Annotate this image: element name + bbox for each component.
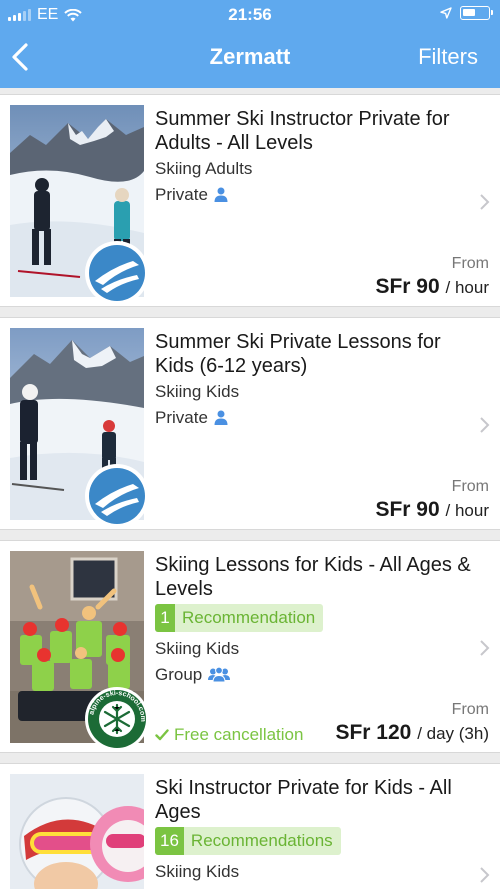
- recommendation-badge: 1 Recommendation: [155, 604, 324, 632]
- battery-icon: [460, 6, 493, 20]
- chevron-right-icon: [480, 867, 490, 883]
- back-chevron-icon[interactable]: [8, 40, 38, 74]
- listing-photo: [10, 774, 144, 889]
- listing-title: Summer Ski Private Lessons for Kids (6-1…: [155, 331, 441, 377]
- price-unit: / day (3h): [417, 724, 489, 743]
- price-value: SFr 120: [335, 721, 412, 744]
- listing-category: Skiing Kids: [155, 639, 240, 658]
- free-cancellation: Free cancellation: [155, 725, 303, 745]
- listing-category: Skiing Kids: [155, 382, 240, 401]
- price-unit: / hour: [445, 501, 489, 520]
- price-value: SFr 90: [375, 275, 440, 298]
- listing-type-label: Group: [155, 665, 203, 684]
- listing-type: Private: [155, 185, 228, 205]
- listing-title: Ski Instructor Private for Kids - All Ag…: [155, 777, 452, 823]
- recommendation-count: 16: [155, 827, 184, 855]
- price: SFr 120 / day (3h): [335, 721, 489, 745]
- listing-card[interactable]: Ski Instructor Private for Kids - All Ag…: [0, 763, 500, 889]
- price-from-label: From: [451, 478, 489, 495]
- listing-title: Skiing Lessons for Kids - All Ages & Lev…: [155, 554, 471, 600]
- listing-type-label: Private: [155, 408, 208, 427]
- free-cancellation-label: Free cancellation: [174, 725, 304, 744]
- filters-button[interactable]: Filters: [418, 44, 478, 70]
- recommendation-label: Recommendations: [190, 831, 333, 850]
- person-icon: [214, 410, 228, 425]
- school-logo-badge: alpine-ski-school.com: [85, 687, 149, 751]
- listing-title: Summer Ski Instructor Private for Adults…: [155, 108, 450, 154]
- checkmark-icon: [155, 729, 169, 741]
- price-value: SFr 90: [375, 498, 440, 521]
- status-bar: EE 21:56: [0, 0, 500, 30]
- listing-card[interactable]: alpine-ski-school.com Skiing Lessons for…: [0, 540, 500, 753]
- listing-type: Group: [155, 665, 231, 685]
- chevron-right-icon: [480, 417, 490, 433]
- listing-type-label: Private: [155, 185, 208, 204]
- listing-type: Private: [155, 408, 228, 428]
- group-icon: [208, 667, 231, 682]
- price: SFr 90 / hour: [375, 275, 489, 299]
- school-logo-badge: [85, 241, 149, 305]
- clock: 21:56: [228, 5, 272, 24]
- recommendation-count: 1: [155, 604, 175, 632]
- price: SFr 90 / hour: [375, 498, 489, 522]
- listing-category: Skiing Adults: [155, 159, 253, 178]
- chevron-right-icon: [480, 640, 490, 656]
- school-logo-badge: [85, 464, 149, 528]
- chevron-right-icon: [480, 194, 490, 210]
- listing-category: Skiing Kids: [155, 862, 240, 881]
- header: EE 21:56 Zermatt Filters: [0, 0, 500, 88]
- nav-bar: Zermatt Filters: [0, 30, 500, 88]
- recommendation-badge: 16 Recommendations: [155, 827, 341, 855]
- price-from-label: From: [451, 255, 489, 272]
- recommendation-label: Recommendation: [182, 608, 316, 627]
- location-icon: [440, 7, 452, 19]
- price-from-label: From: [451, 701, 489, 718]
- listing-card[interactable]: Summer Ski Instructor Private for Adults…: [0, 94, 500, 307]
- price-unit: / hour: [445, 278, 489, 297]
- listing-card[interactable]: Summer Ski Private Lessons for Kids (6-1…: [0, 317, 500, 530]
- person-icon: [214, 187, 228, 202]
